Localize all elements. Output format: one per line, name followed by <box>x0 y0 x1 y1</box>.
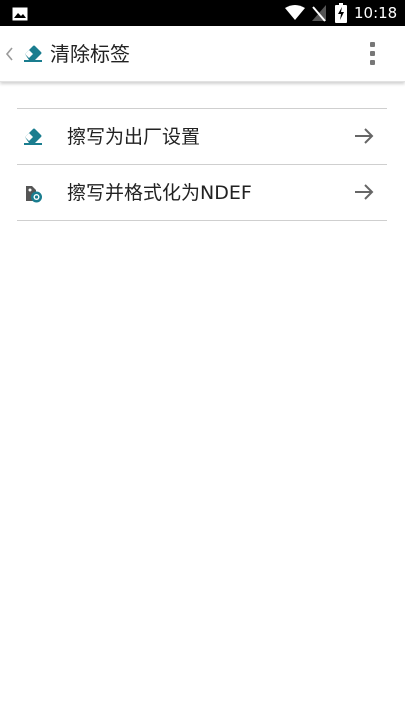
wifi-icon <box>285 5 305 25</box>
eraser-icon <box>22 43 44 67</box>
no-signal-icon <box>311 4 327 26</box>
status-clock: 10:18 <box>354 4 398 22</box>
list-item-format-ndef[interactable]: 擦写并格式化为NDEF <box>17 165 387 221</box>
list-item-label: 擦写为出厂设置 <box>67 126 201 148</box>
app-bar: 清除标签 <box>0 26 405 82</box>
arrow-right-icon <box>353 181 375 207</box>
chevron-left-icon[interactable] <box>2 42 16 66</box>
arrow-right-icon <box>353 125 375 151</box>
list-item-factory-reset[interactable]: 擦写为出厂设置 <box>17 109 387 165</box>
battery-charging-icon <box>335 3 347 27</box>
eraser-icon <box>22 126 44 150</box>
action-list: 擦写为出厂设置 擦写并格式化为NDEF <box>17 108 387 221</box>
status-bar: 10:18 <box>0 0 405 26</box>
tag-format-icon <box>22 182 44 208</box>
page-title: 清除标签 <box>50 42 130 66</box>
list-item-label: 擦写并格式化为NDEF <box>67 182 252 204</box>
overflow-menu-icon[interactable] <box>362 40 384 68</box>
image-icon <box>12 6 28 25</box>
